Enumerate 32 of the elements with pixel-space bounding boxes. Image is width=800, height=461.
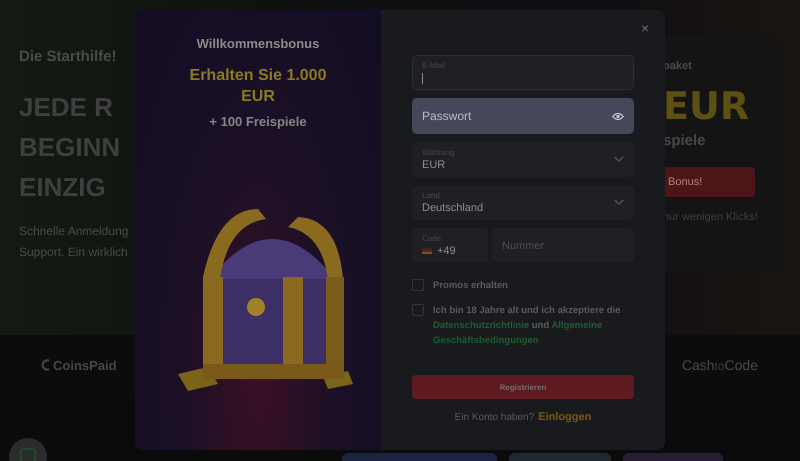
text-cursor — [422, 73, 423, 84]
field-placeholder: Passwort — [422, 108, 472, 125]
description-text: Support. Ein wirklich — [19, 244, 128, 261]
bonus-title: Willkommensbonus — [196, 36, 320, 51]
chevron-down-icon — [614, 156, 624, 163]
bonus-amount: EUR — [241, 87, 275, 107]
input-field[interactable]: Passwort — [412, 98, 634, 134]
intro-label: Die Starthilfe! — [19, 48, 118, 65]
eye-icon[interactable] — [612, 112, 624, 120]
login-prompt: Ein Konto haben? — [454, 412, 534, 423]
logo-text: CoinsPaid — [53, 358, 117, 372]
checkbox[interactable] — [412, 304, 424, 316]
field-value: EUR — [422, 158, 446, 172]
flag-icon — [422, 248, 432, 254]
terms-link[interactable]: Allgemeine — [551, 320, 602, 331]
login-link[interactable]: Einloggen — [538, 411, 592, 423]
register-button[interactable]: Registrieren — [412, 375, 634, 399]
field-value: +49 — [437, 244, 456, 258]
terms-link[interactable]: Geschäftsbedingungen — [433, 335, 539, 346]
terms-link[interactable]: Datenschutzrichtlinie — [433, 320, 530, 331]
field-value: Deutschland — [422, 200, 484, 214]
promo-amount: EUR — [663, 84, 750, 128]
checkbox[interactable] — [412, 279, 424, 291]
checkbox-label: Promos erhalten — [433, 279, 508, 293]
bonus-amount: Erhalten Sie 1.000 — [190, 66, 326, 86]
coin-icon — [40, 358, 51, 372]
bonus-spins: + 100 Freispiele — [209, 114, 307, 129]
chat-icon — [20, 448, 36, 461]
description-text: Schnelle Anmeldung — [19, 223, 128, 240]
close-button[interactable]: × — [638, 20, 651, 36]
chevron-down-icon — [614, 199, 624, 206]
checkbox-label: Ich bin 18 Jahre alt und ich akzeptiere die Datenschutzrichtlinie und Allgemeine Geschäftsbedingungen — [433, 304, 622, 348]
